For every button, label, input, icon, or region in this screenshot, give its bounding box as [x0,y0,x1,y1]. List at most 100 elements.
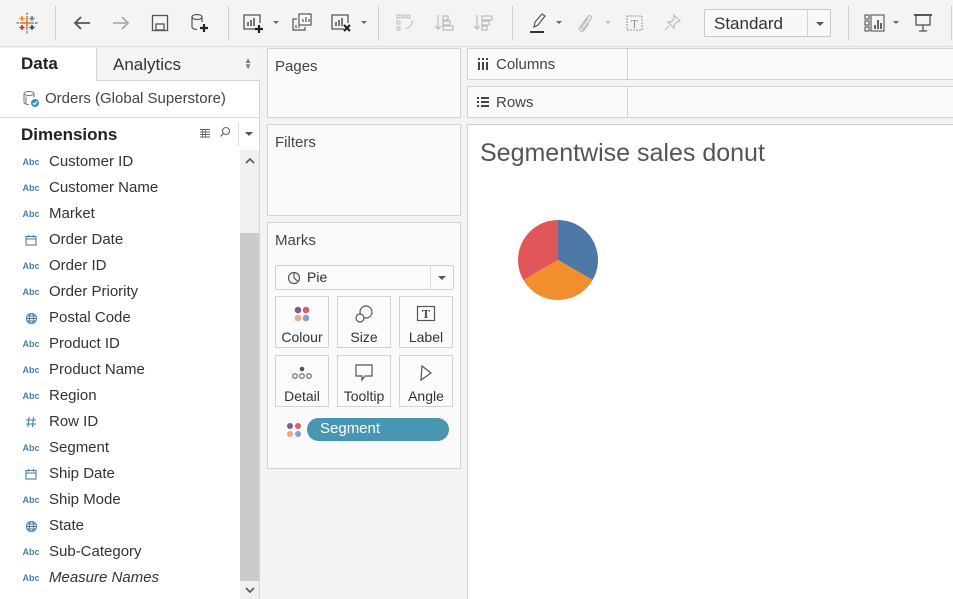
toolbar: T Standard [0,0,953,47]
field-item[interactable]: State [0,514,240,540]
field-list-scrollbar[interactable] [240,150,259,599]
save-icon [151,14,169,32]
toolbar-separator [55,6,56,41]
rows-drop-area[interactable] [628,87,953,117]
label-button[interactable]: T Label [399,296,453,348]
presentation-mode-button[interactable] [910,10,936,36]
tab-data[interactable]: Data [0,48,96,81]
sort-descending-button[interactable] [470,10,496,36]
field-item[interactable]: Abc Customer ID [0,150,240,176]
show-cards-dropdown[interactable] [893,21,899,24]
field-name: Product Name [49,361,145,378]
field-item[interactable]: Abc Segment [0,436,240,462]
undo-button[interactable] [69,10,95,36]
paperclip-icon [578,15,592,32]
chevron-up-icon [244,157,255,164]
columns-drop-area[interactable] [628,49,953,79]
presentation-icon [914,14,932,32]
field-item[interactable]: Ship Date [0,462,240,488]
scroll-down-button[interactable] [240,581,259,599]
size-label: Size [350,329,378,345]
chevron-down-icon [244,586,255,593]
new-worksheet-button[interactable] [240,10,266,36]
field-item[interactable]: Abc Measure Names [0,566,240,592]
search-icon[interactable] [219,126,231,138]
colour-dots-icon [287,423,301,437]
field-name: Product ID [49,335,120,352]
tab-analytics[interactable]: Analytics ▲ ▼ [96,48,260,81]
field-item[interactable]: Abc Order Priority [0,280,240,306]
fix-axes-button[interactable] [660,10,686,36]
tab-data-label: Data [21,54,58,73]
field-name: Customer Name [49,179,159,196]
string-type-icon: Abc [22,365,40,375]
datasource-item[interactable]: Orders (Global Superstore) [0,81,260,118]
filters-card[interactable]: Filters [267,124,461,216]
view-title[interactable]: Segmentwise sales donut [480,139,765,168]
new-worksheet-icon [243,14,263,33]
up-down-arrows-icon: ▲ ▼ [244,56,252,71]
rows-label: Rows [496,94,534,111]
field-item[interactable]: Row ID [0,410,240,436]
clear-sheet-dropdown[interactable] [361,21,367,24]
field-item[interactable]: Abc Ship Mode [0,488,240,514]
field-item[interactable]: Abc Product ID [0,332,240,358]
duplicate-sheet-button[interactable] [289,10,315,36]
worksheet-view: Segmentwise sales donut [467,124,953,599]
field-item[interactable]: Order Date [0,228,240,254]
globe-icon [21,310,41,326]
group-dropdown[interactable] [605,21,611,24]
segment-pill[interactable]: Segment [307,418,449,441]
tooltip-bubble-icon [355,364,373,382]
number-hash-icon [21,414,41,430]
dimensions-menu-caret-icon[interactable] [245,132,253,136]
filters-title: Filters [275,134,316,151]
angle-button[interactable]: Angle [399,355,453,407]
detail-button[interactable]: Detail [275,355,329,407]
field-item[interactable]: Abc Sub-Category [0,540,240,566]
colour-dots-icon [294,306,310,322]
scroll-up-button[interactable] [240,150,259,170]
redo-button[interactable] [108,10,134,36]
show-cards-button[interactable] [862,10,888,36]
label-label: Label [408,329,444,345]
group-button[interactable] [572,10,598,36]
field-item[interactable]: Abc Product Name [0,358,240,384]
new-data-source-button[interactable] [186,10,212,36]
colour-button[interactable]: Colour [275,296,329,348]
datasource-icon [23,91,39,107]
detail-label: Detail [284,388,320,404]
rows-icon [477,97,489,107]
new-worksheet-dropdown[interactable] [273,21,279,24]
swap-button[interactable] [392,10,418,36]
clear-sheet-button[interactable] [328,10,354,36]
scroll-thumb[interactable] [240,233,259,581]
field-item[interactable]: Abc Order ID [0,254,240,280]
size-button[interactable]: Size [337,296,391,348]
string-type-icon: Abc [22,339,40,349]
tableau-logo-icon[interactable] [14,10,40,36]
string-type-icon: Abc [22,391,40,401]
tooltip-button[interactable]: Tooltip [337,355,391,407]
pages-card[interactable]: Pages [267,48,461,118]
field-item[interactable]: Postal Code [0,306,240,332]
mark-type-select[interactable]: Pie [275,265,454,290]
detail-dots-icon [292,366,312,379]
show-labels-button[interactable]: T [622,10,648,36]
sort-ascending-icon [434,15,454,31]
view-as-list-icon[interactable] [199,128,211,138]
field-name: Segment [49,439,110,456]
fit-select-divider [807,10,808,36]
sort-ascending-button[interactable] [431,10,457,36]
highlight-dropdown[interactable] [556,21,562,24]
field-name: Order Date [49,231,124,248]
fit-select[interactable]: Standard [704,9,831,37]
save-button[interactable] [147,10,173,36]
field-name: Region [49,387,97,404]
datasource-label: Orders (Global Superstore) [45,90,226,107]
string-type-icon: Abc [22,183,40,193]
field-item[interactable]: Abc Customer Name [0,176,240,202]
field-item[interactable]: Abc Market [0,202,240,228]
highlight-button[interactable] [525,10,551,36]
field-item[interactable]: Abc Region [0,384,240,410]
